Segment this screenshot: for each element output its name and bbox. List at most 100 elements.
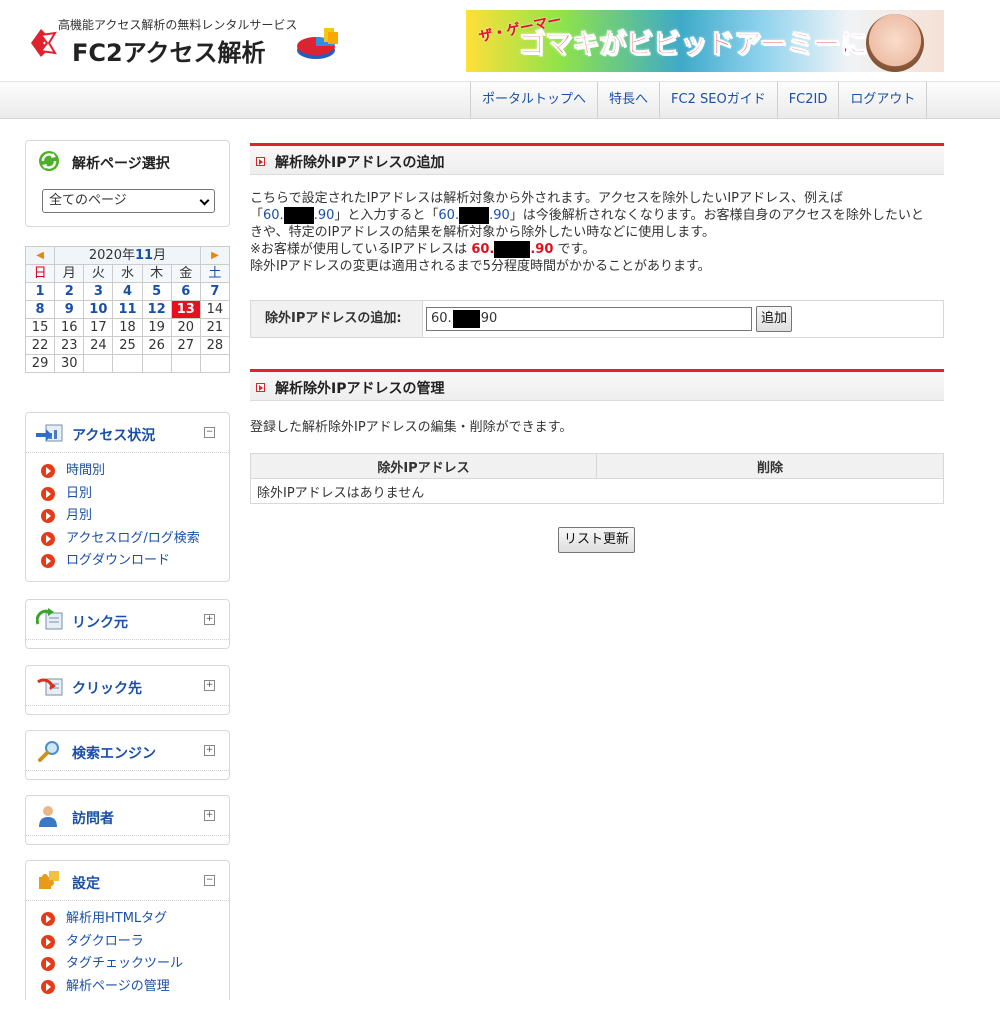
nav-seo-guide[interactable]: FC2 SEOガイド: [659, 82, 777, 118]
refresh-list-button[interactable]: リスト更新: [558, 527, 635, 553]
calendar-day-link[interactable]: 7: [199, 282, 231, 301]
logo-text[interactable]: FC2アクセス解析: [72, 33, 266, 68]
calendar-day-link[interactable]: 11: [112, 300, 143, 319]
add-ip-form: 除外IPアドレスの追加: 60. 90 追加: [250, 300, 944, 338]
section-bullet-icon: [256, 383, 265, 392]
nav-logout[interactable]: ログアウト: [838, 82, 928, 118]
weekday-header: 日: [24, 264, 56, 283]
top-navigation: ポータルトップへ 特長へ FC2 SEOガイド FC2ID ログアウト: [0, 81, 1000, 119]
prev-month-icon[interactable]: ◀: [24, 246, 56, 265]
page-select-value: 全てのページ: [49, 193, 127, 208]
nav-portal-top[interactable]: ポータルトップへ: [470, 82, 597, 118]
referrer-title[interactable]: リンク元: [72, 612, 128, 632]
calendar: ◀ 2020年11月 ▶ 日月火水木金土 1 2 3 4 5 6 7 8 9 10 11 12 13 14…: [24, 246, 231, 373]
search-engine-title[interactable]: 検索エンジン: [72, 743, 156, 763]
calendar-day-link[interactable]: 2: [54, 282, 85, 301]
sidebar-menu-label: アクセスログ/ログ検索: [66, 530, 200, 546]
sidebar-menu-item[interactable]: アクセスログ/ログ検索: [40, 529, 229, 552]
section-bullet-icon: [256, 157, 265, 166]
arrow-bullet-icon: [41, 912, 55, 926]
calendar-empty-cell: [199, 354, 231, 373]
access-status-panel: アクセス状況 − 時間別日別 月別アクセスログ/ログ検索ログダウンロード: [25, 412, 230, 582]
collapse-icon[interactable]: −: [204, 875, 215, 886]
link-source-icon: [36, 608, 63, 630]
sidebar-menu-item[interactable]: タグクローラ: [40, 932, 229, 955]
visitor-title[interactable]: 訪問者: [72, 808, 114, 828]
weekday-header: 金: [170, 264, 201, 283]
tagline: 高機能アクセス解析の無料レンタルサービス: [58, 18, 298, 32]
manage-section-title: 解析除外IPアドレスの管理: [275, 381, 445, 397]
nav-fc2id[interactable]: FC2ID: [776, 82, 839, 118]
calendar-day-link[interactable]: 9: [54, 300, 85, 319]
add-button[interactable]: 追加: [756, 306, 792, 332]
calendar-day: 24: [83, 336, 114, 355]
sidebar-menu-item[interactable]: 時間別: [40, 461, 229, 484]
expand-icon[interactable]: +: [204, 745, 215, 756]
sidebar-menu-label: 月別: [66, 508, 93, 523]
expand-icon[interactable]: +: [204, 810, 215, 821]
arrow-bullet-icon: [41, 531, 55, 546]
sidebar-menu-label: 時間別: [66, 463, 106, 478]
calendar-day-link[interactable]: 6: [170, 282, 201, 301]
next-month-icon[interactable]: ▶: [199, 246, 231, 265]
weekday-header: 火: [83, 264, 114, 283]
calendar-day: 29: [24, 354, 56, 373]
arrow-bullet-icon: [41, 509, 55, 523]
manage-section-description: 登録した解析除外IPアドレスの編集・削除ができます。: [250, 420, 573, 435]
calendar-day-link[interactable]: 3: [83, 282, 114, 301]
header: 高機能アクセス解析の無料レンタルサービス FC2アクセス解析 ザ・ゲーマー ゴマ…: [0, 0, 1000, 80]
sidebar-menu-item[interactable]: 解析用HTMLタグ: [40, 909, 229, 932]
calendar-day: 20: [170, 318, 201, 337]
arrow-bullet-icon: [41, 934, 55, 949]
access-status-title[interactable]: アクセス状況: [72, 425, 155, 445]
user-icon: [39, 806, 57, 827]
sidebar-menu-label: 解析用HTMLタグ: [66, 911, 168, 926]
collapse-icon[interactable]: −: [204, 427, 215, 438]
sidebar-menu-item[interactable]: 解析ページの管理: [40, 977, 229, 1000]
nav-features[interactable]: 特長へ: [597, 82, 659, 118]
empty-table-message: 除外IPアドレスはありません: [250, 478, 944, 504]
calendar-day-link[interactable]: 5: [141, 282, 172, 301]
calendar-day-link[interactable]: 4: [112, 282, 143, 301]
banner-headline: ゴマキがビビッドアーミーに参戦: [517, 29, 922, 61]
search-engine-panel: 検索エンジン +: [25, 730, 230, 780]
add-section-header: 解析除外IPアドレスの追加: [250, 143, 944, 175]
sidebar-menu-item[interactable]: ログダウンロード: [40, 551, 229, 574]
arrow-bullet-icon: [41, 979, 55, 994]
weekday-header: 水: [112, 264, 143, 283]
add-section-description: こちらで設定されたIPアドレスは解析対象から外されます。アクセスを除外したいIP…: [250, 191, 924, 274]
calendar-day-link[interactable]: 12: [141, 300, 172, 319]
arrow-bullet-icon: [41, 464, 55, 478]
sidebar-menu-label: タグチェックツール: [66, 956, 184, 971]
fc2-logo-icon[interactable]: [29, 27, 67, 59]
click-target-title[interactable]: クリック先: [72, 678, 142, 698]
calendar-day-link[interactable]: 1: [24, 282, 56, 301]
calendar-day-link[interactable]: 8: [24, 300, 56, 319]
access-chart-icon: [36, 424, 63, 442]
weekday-header: 月: [54, 264, 85, 283]
expand-icon[interactable]: +: [204, 680, 215, 691]
sidebar-menu-item[interactable]: 月別: [40, 506, 229, 529]
add-section-title: 解析除外IPアドレスの追加: [275, 155, 445, 171]
expand-icon[interactable]: +: [204, 614, 215, 625]
settings-title[interactable]: 設定: [72, 873, 100, 893]
ip-address-input[interactable]: 60. 90: [426, 307, 752, 331]
pie-chart-icon: [297, 28, 338, 59]
calendar-day-link[interactable]: 10: [83, 300, 114, 319]
calendar-day-today[interactable]: 13: [170, 300, 201, 319]
calendar-empty-cell: [112, 354, 143, 373]
calendar-day: 18: [112, 318, 143, 337]
advertisement-banner[interactable]: ザ・ゲーマー ゴマキがビビッドアーミーに参戦: [466, 10, 944, 72]
page-select-dropdown[interactable]: 全てのページ: [42, 189, 215, 213]
column-header-ip: 除外IPアドレス: [250, 453, 597, 479]
calendar-day: 28: [199, 336, 231, 355]
manage-section-header: 解析除外IPアドレスの管理: [250, 369, 944, 401]
calendar-day: 22: [24, 336, 56, 355]
sidebar-menu-item[interactable]: 日別: [40, 484, 229, 507]
column-header-delete: 削除: [596, 453, 944, 479]
calendar-day: 17: [83, 318, 114, 337]
calendar-day: 19: [141, 318, 172, 337]
calendar-month-label: 2020年11月: [54, 246, 201, 265]
sidebar-menu-item[interactable]: タグチェックツール: [40, 954, 229, 977]
add-ip-label: 除外IPアドレスの追加:: [251, 301, 423, 337]
